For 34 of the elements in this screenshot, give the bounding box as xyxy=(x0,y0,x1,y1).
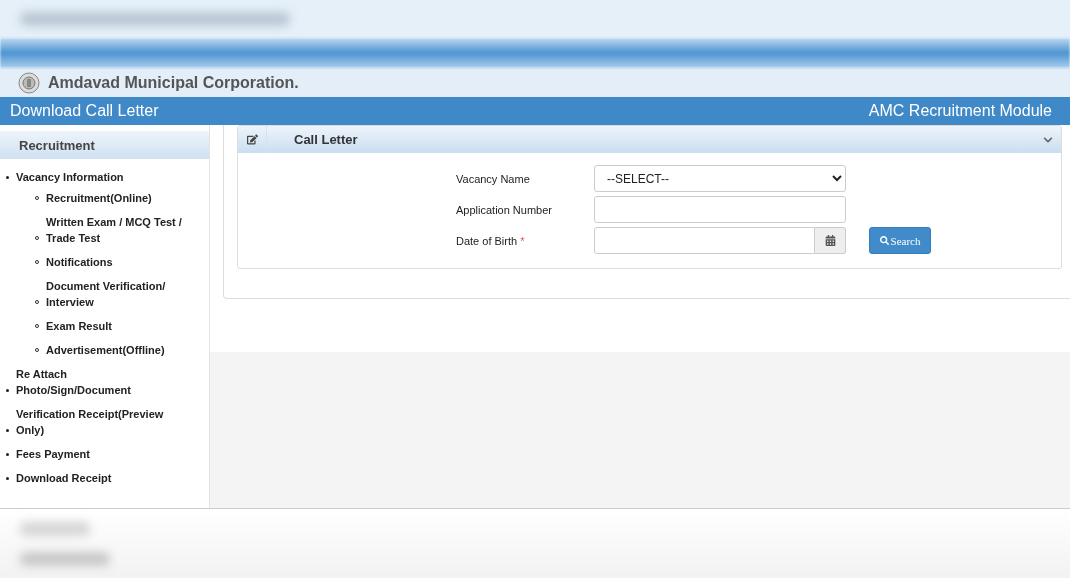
emblem-icon xyxy=(18,71,40,94)
field-label: Date of Birth * xyxy=(456,234,526,247)
chevron-icon[interactable] xyxy=(1043,134,1053,145)
organization-name: Amdavad Municipal Corporation. xyxy=(48,73,299,92)
bullet-icon xyxy=(6,176,9,179)
edit-icon xyxy=(246,134,258,145)
menu-link[interactable]: Fees Payment xyxy=(16,446,90,462)
menu-link[interactable]: Vacancy Information xyxy=(16,169,124,185)
menu-link[interactable]: Recruitment(Online) xyxy=(46,190,152,206)
module-title: AMC Recruitment Module xyxy=(868,102,1052,120)
page-title: Download Call Letter xyxy=(10,102,159,120)
search-button[interactable]: Search xyxy=(869,227,931,254)
date-field[interactable] xyxy=(594,227,815,254)
blurred-footer-text xyxy=(20,521,90,536)
vacancy-select[interactable]: --SELECT-- xyxy=(594,165,846,192)
menu-link[interactable]: Document Verification/ Interview xyxy=(46,278,186,310)
bullet-icon xyxy=(6,389,9,392)
calendar-icon[interactable] xyxy=(815,227,846,254)
menu-link[interactable]: Verification Receipt(Preview Only) xyxy=(16,406,168,438)
sidebar-header: Recruitment xyxy=(0,131,209,159)
bullet-icon xyxy=(6,453,9,456)
menu-link[interactable]: Re Attach Photo/Sign/Document xyxy=(16,366,168,398)
field-label: Application Number xyxy=(456,203,553,216)
menu-link[interactable]: Advertisement(Offline) xyxy=(46,342,165,358)
card-title: Call Letter xyxy=(294,132,359,147)
search-icon xyxy=(879,236,889,245)
field-label: Vacancy Name xyxy=(456,172,531,185)
menu-link[interactable]: Written Exam / MCQ Test / Trade Test xyxy=(46,214,186,246)
bullet-icon xyxy=(6,429,9,432)
menu-link[interactable]: Download Receipt xyxy=(16,470,112,486)
menu-link[interactable]: Exam Result xyxy=(46,318,113,334)
text-field[interactable] xyxy=(594,196,846,223)
bullet-icon xyxy=(6,477,9,480)
menu-link[interactable]: Notifications xyxy=(46,254,113,270)
